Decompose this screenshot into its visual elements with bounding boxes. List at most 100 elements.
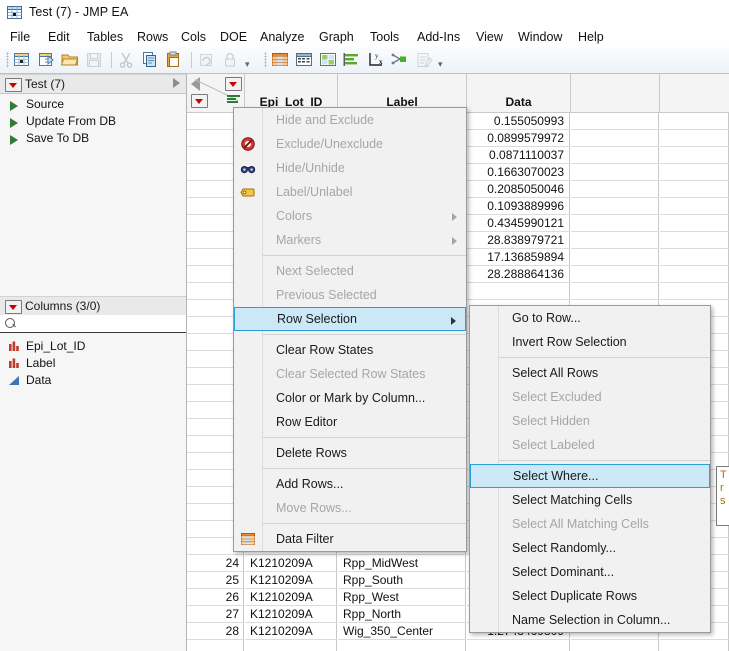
grid-cell-label[interactable]: Wig_350_Center <box>338 623 466 640</box>
column-header-blank2[interactable] <box>660 74 729 113</box>
grid-cell[interactable] <box>660 130 729 147</box>
table-panel-disclosure-icon[interactable] <box>173 78 180 88</box>
grid-cell[interactable] <box>660 266 729 283</box>
menu-doe[interactable]: DOE <box>216 29 251 45</box>
table-red-triangle-menu-icon[interactable] <box>5 78 22 92</box>
grid-cell-data[interactable]: 0.2085050046 <box>467 181 570 198</box>
grid-cell[interactable] <box>571 249 659 266</box>
grid-cell-epi-lot-id[interactable]: K1210209A <box>245 555 337 572</box>
toolbar-grip-2[interactable] <box>264 52 267 68</box>
menu-item-name-selection-in-column[interactable]: Name Selection in Column... <box>470 608 710 632</box>
grid-cell[interactable] <box>660 215 729 232</box>
grid-cell-data[interactable]: 0.1663070023 <box>467 164 570 181</box>
grid-cell-data[interactable]: 0.0899579972 <box>467 130 570 147</box>
menu-item-select-duplicate-rows[interactable]: Select Duplicate Rows <box>470 584 710 608</box>
menu-item-clear-row-states[interactable]: Clear Row States <box>234 338 466 362</box>
grid-cell-epi-lot-id[interactable]: K1210209A <box>245 589 337 606</box>
columns-panel-header[interactable]: Columns (3/0) <box>0 296 186 316</box>
row-header-number[interactable]: 25 <box>187 572 244 589</box>
grid-cell-label[interactable]: Rpp_North <box>338 606 466 623</box>
green-run-triangle-icon[interactable] <box>10 101 18 111</box>
copy-icon[interactable] <box>140 50 160 70</box>
menu-window[interactable]: Window <box>514 29 566 45</box>
toolbar-overflow-1[interactable]: ▾ <box>245 59 250 70</box>
menu-cols[interactable]: Cols <box>177 29 210 45</box>
menu-item-data-filter[interactable]: Data Filter <box>234 527 466 551</box>
fit-model-icon[interactable]: yx <box>366 50 386 70</box>
grid-cell[interactable] <box>571 113 659 130</box>
menu-item-row-selection[interactable]: Row Selection <box>234 307 466 331</box>
green-run-triangle-icon[interactable] <box>10 135 18 145</box>
menu-rows[interactable]: Rows <box>133 29 172 45</box>
grid-cell-data[interactable]: 17.136859894 <box>467 249 570 266</box>
grid-cell[interactable] <box>467 283 570 300</box>
menu-item-select-dominant[interactable]: Select Dominant... <box>470 560 710 584</box>
menu-item-add-rows[interactable]: Add Rows... <box>234 472 466 496</box>
grid-cell[interactable] <box>660 181 729 198</box>
grid-cell[interactable] <box>571 130 659 147</box>
menu-edit[interactable]: Edit <box>44 29 74 45</box>
grid-cell[interactable] <box>660 283 729 300</box>
fit-y-by-x-icon[interactable] <box>294 50 314 70</box>
grid-cell-data[interactable]: 0.155050993 <box>467 113 570 130</box>
menu-file[interactable]: File <box>6 29 34 45</box>
grid-cell-data[interactable]: 28.288864136 <box>467 266 570 283</box>
grid-cell-label[interactable]: Rpp_West <box>338 589 466 606</box>
grid-cell[interactable] <box>571 164 659 181</box>
menu-view[interactable]: View <box>472 29 507 45</box>
grid-cell[interactable] <box>660 113 729 130</box>
grid-cell-epi-lot-id[interactable]: K1210209A <box>245 606 337 623</box>
columns-search-row[interactable] <box>0 315 186 333</box>
grid-cell[interactable] <box>660 232 729 249</box>
table-panel-header[interactable]: Test (7) <box>0 74 186 94</box>
menu-analyze[interactable]: Analyze <box>256 29 308 45</box>
green-run-triangle-icon[interactable] <box>10 118 18 128</box>
menu-item-go-to-row[interactable]: Go to Row... <box>470 306 710 330</box>
grid-cell[interactable] <box>467 640 570 651</box>
menu-item-delete-rows[interactable]: Delete Rows <box>234 441 466 465</box>
column-header-blank1[interactable] <box>571 74 660 113</box>
grid-cell[interactable] <box>660 640 729 651</box>
paste-icon[interactable] <box>164 50 184 70</box>
grid-cell-label[interactable]: Rpp_South <box>338 572 466 589</box>
new-data-table-icon[interactable] <box>12 50 32 70</box>
menu-item-color-or-mark-by-column[interactable]: Color or Mark by Column... <box>234 386 466 410</box>
grid-cell[interactable] <box>660 249 729 266</box>
new-script-icon[interactable] <box>36 50 56 70</box>
grid-cell[interactable] <box>245 640 337 651</box>
menu-item-invert-row-selection[interactable]: Invert Row Selection <box>470 330 710 354</box>
menu-tables[interactable]: Tables <box>83 29 127 45</box>
grid-cell[interactable] <box>571 215 659 232</box>
menu-item-select-randomly[interactable]: Select Randomly... <box>470 536 710 560</box>
grid-cell-epi-lot-id[interactable]: K1210209A <box>245 572 337 589</box>
columns-red-triangle-menu-icon[interactable] <box>5 300 22 314</box>
chart-icon[interactable] <box>342 50 362 70</box>
row-header-number[interactable]: 28 <box>187 623 244 640</box>
scatterplot-icon[interactable] <box>390 50 410 70</box>
grid-cell[interactable] <box>660 198 729 215</box>
columns-red-triangle-icon[interactable] <box>225 77 242 91</box>
grid-cell-data[interactable]: 0.0871110037 <box>467 147 570 164</box>
menu-item-row-editor[interactable]: Row Editor <box>234 410 466 434</box>
grid-cell-data[interactable]: 28.838979721 <box>467 232 570 249</box>
grid-cell-label[interactable]: Rpp_MidWest <box>338 555 466 572</box>
menu-help[interactable]: Help <box>574 29 608 45</box>
row-header-number[interactable]: 26 <box>187 589 244 606</box>
grid-cell[interactable] <box>571 283 659 300</box>
row-header-number[interactable]: 27 <box>187 606 244 623</box>
column-header-Data[interactable]: Data <box>467 74 571 113</box>
row-header[interactable] <box>187 640 244 651</box>
menu-item-select-matching-cells[interactable]: Select Matching Cells <box>470 488 710 512</box>
grid-cell[interactable] <box>571 640 659 651</box>
grid-cell[interactable] <box>571 198 659 215</box>
grid-cell[interactable] <box>571 147 659 164</box>
rows-red-triangle-icon[interactable] <box>191 94 208 108</box>
grid-cell[interactable] <box>338 640 466 651</box>
row-header-number[interactable]: 24 <box>187 555 244 572</box>
open-file-icon[interactable] <box>60 50 80 70</box>
grid-cell[interactable] <box>571 232 659 249</box>
menu-item-select-all-rows[interactable]: Select All Rows <box>470 361 710 385</box>
grid-cell[interactable] <box>660 147 729 164</box>
grid-cell[interactable] <box>571 266 659 283</box>
menu-tools[interactable]: Tools <box>366 29 403 45</box>
